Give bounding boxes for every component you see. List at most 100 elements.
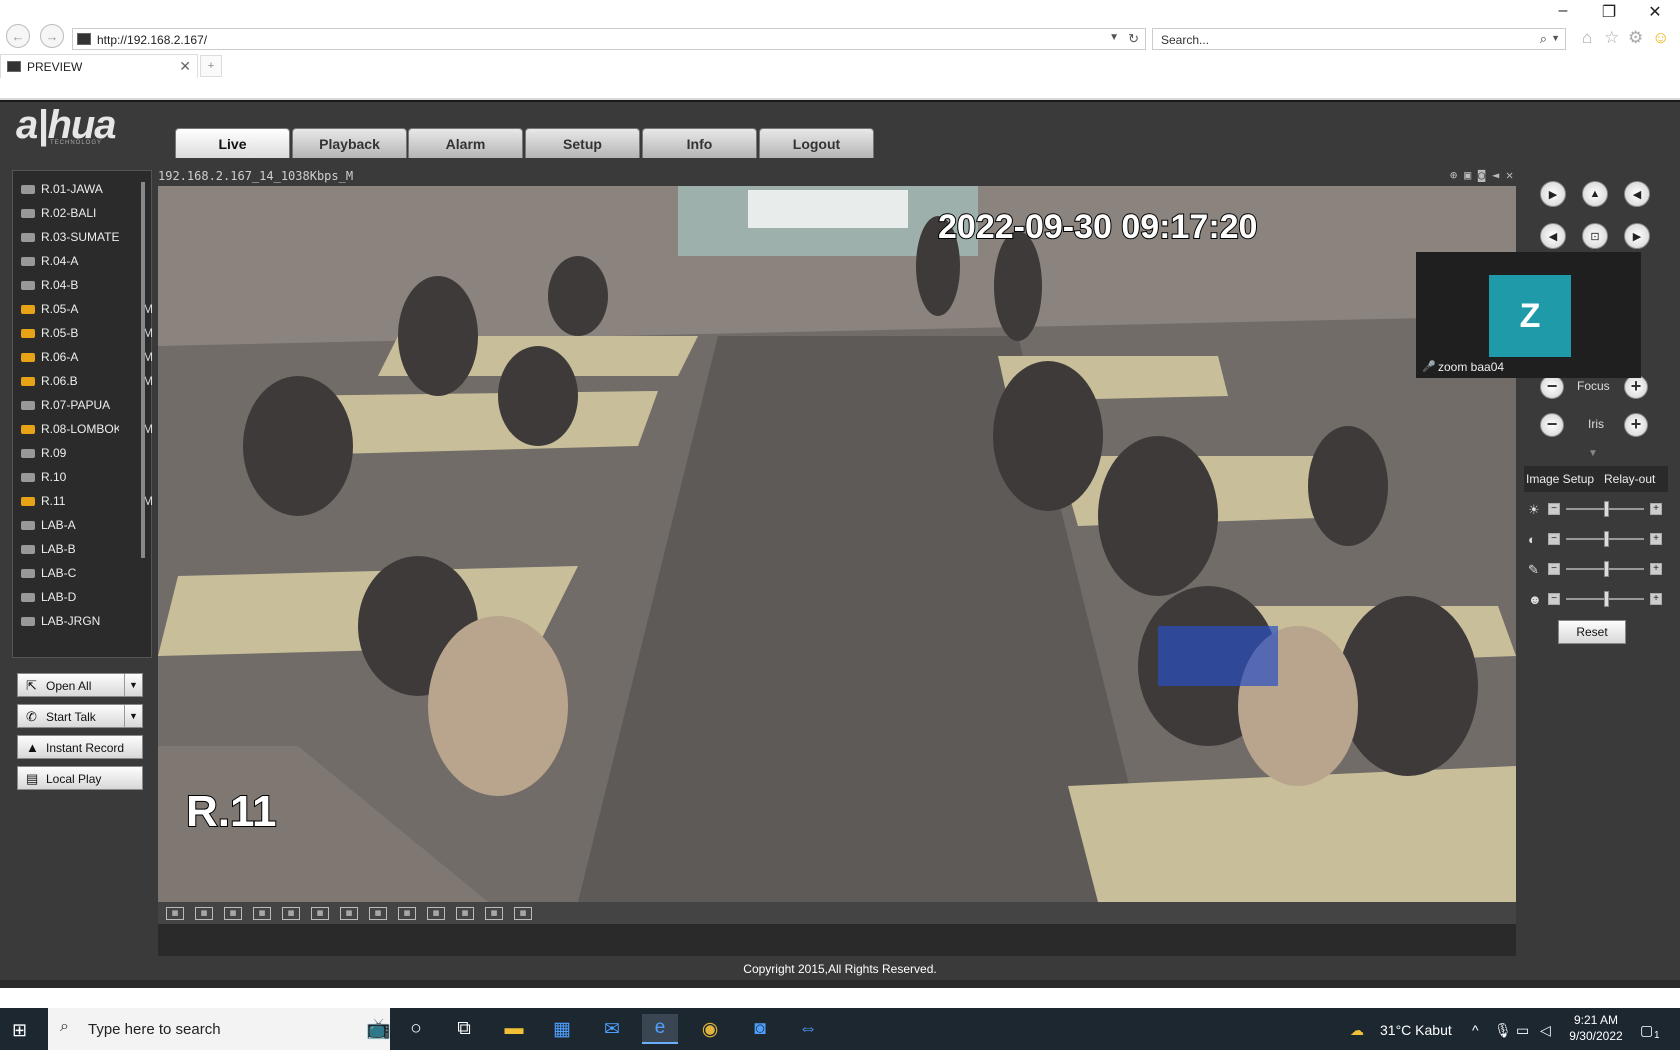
tray-expand-icon[interactable]: ^ [1472, 1022, 1479, 1038]
camera-label[interactable]: LAB-D [41, 590, 119, 604]
close-window-icon[interactable]: ✕ [1640, 2, 1670, 22]
ptz-left-icon[interactable]: ◀ [1540, 223, 1566, 249]
tab-relay-out[interactable]: Relay-out [1604, 472, 1655, 486]
instant-record-button[interactable]: ▲ Instant Record [17, 735, 143, 759]
zoom-app-icon[interactable]: ◙ [742, 1014, 778, 1044]
camera-item[interactable]: R.09 [21, 443, 149, 465]
tab-title[interactable]: PREVIEW [27, 60, 82, 74]
iris-plus-button[interactable]: + [1624, 413, 1648, 437]
slider-thumb[interactable] [1604, 561, 1609, 577]
camera-item[interactable]: R.01-JAWA [21, 179, 149, 201]
wide-icon[interactable]: ▦ [253, 907, 271, 920]
camera-label[interactable]: R.11 [41, 494, 119, 508]
camera-label[interactable]: R.10 [41, 470, 119, 484]
camera-label[interactable]: R.04-B [41, 278, 119, 292]
camera-item[interactable]: R.05-A M [21, 299, 153, 321]
iris-minus-button[interactable]: − [1540, 413, 1564, 437]
open-all-button[interactable]: ⇱ Open All ▼ [17, 673, 143, 697]
weather-text[interactable]: 31°C Kabut [1380, 1022, 1452, 1038]
camera-label[interactable]: R.03-SUMATERA [41, 230, 119, 244]
layout-25-icon[interactable]: ▦ [514, 907, 532, 920]
taskbar-search-placeholder[interactable]: Type here to search [88, 1021, 221, 1038]
image-slider[interactable]: ☀ − + [1528, 500, 1668, 518]
slider-thumb[interactable] [1604, 591, 1609, 607]
layout-20-icon[interactable]: ▦ [485, 907, 503, 920]
reset-button[interactable]: Reset [1558, 620, 1626, 644]
open-all-dropdown-icon[interactable]: ▼ [124, 674, 142, 696]
camera-label[interactable]: LAB-C [41, 566, 119, 580]
image-slider[interactable]: ◐ − + [1528, 530, 1668, 548]
camera-label[interactable]: R.02-BALI [41, 206, 119, 220]
open-all-label[interactable]: Open All [46, 679, 91, 693]
ptz-right-icon[interactable]: ▶ [1624, 223, 1650, 249]
layout-16-icon[interactable]: ▦ [456, 907, 474, 920]
favorites-star-icon[interactable]: ☆ [1604, 28, 1619, 48]
camera-label[interactable]: R.06.B [41, 374, 119, 388]
stream-icon[interactable]: ▦ [195, 907, 213, 920]
camera-item[interactable]: LAB-C [21, 563, 149, 585]
store-icon[interactable]: ▦ [544, 1014, 580, 1044]
snapshot-icon[interactable]: ▣ [1464, 168, 1471, 182]
slider-plus-button[interactable]: + [1650, 593, 1662, 605]
restore-icon[interactable]: ❐ [1594, 2, 1624, 22]
address-url[interactable]: http://192.168.2.167/ [97, 33, 207, 47]
camera-item[interactable]: R.10 [21, 467, 149, 489]
forward-icon[interactable]: → [40, 24, 64, 48]
camera-label[interactable]: R.08-LOMBOK [41, 422, 119, 436]
notifications-icon[interactable]: ▢ [1640, 1022, 1653, 1039]
slider-plus-button[interactable]: + [1650, 563, 1662, 575]
mail-icon[interactable]: ✉ [594, 1014, 630, 1044]
camera-label[interactable]: LAB-JRGN [41, 614, 119, 628]
slider-minus-button[interactable]: − [1548, 533, 1560, 545]
camera-item[interactable]: LAB-B [21, 539, 149, 561]
search-icon[interactable]: ⌕ [1540, 31, 1547, 47]
camera-item[interactable]: R.11 M [21, 491, 153, 513]
camera-label[interactable]: LAB-B [41, 542, 119, 556]
weather-icon[interactable]: ☁ [1350, 1022, 1364, 1039]
ptz-center-icon[interactable]: ⊡ [1582, 223, 1608, 249]
local-play-label[interactable]: Local Play [46, 772, 101, 786]
address-bar[interactable]: http://192.168.2.167/ ▼ ↻ [72, 28, 1146, 50]
windows-start-icon[interactable]: ⊞ [12, 1020, 27, 1041]
tab-info[interactable]: Info [642, 128, 757, 158]
mic-icon[interactable]: 🎙 [1494, 1022, 1512, 1039]
start-talk-label[interactable]: Start Talk [46, 710, 96, 724]
camera-item[interactable]: R.04-B [21, 275, 149, 297]
slider-minus-button[interactable]: − [1548, 503, 1560, 515]
file-explorer-icon[interactable]: ▬ [496, 1014, 532, 1044]
local-play-button[interactable]: ▤ Local Play [17, 766, 143, 790]
image-slider[interactable]: ☻ − + [1528, 590, 1668, 608]
taskbar-search[interactable]: ⌕ Type here to search 📺 [48, 1008, 391, 1050]
chrome-icon[interactable]: ◉ [692, 1014, 728, 1044]
camera-item[interactable]: R.06-A M [21, 347, 153, 369]
search-dropdown-icon[interactable]: ▼ [1551, 33, 1560, 43]
slider-plus-button[interactable]: + [1650, 533, 1662, 545]
fullscreen-icon[interactable]: ▦ [224, 907, 242, 920]
camera-item[interactable]: R.06.B M [21, 371, 153, 393]
ptz-up-left-icon[interactable]: ▶ [1540, 181, 1566, 207]
task-view-icon[interactable]: ⧉ [446, 1014, 482, 1044]
camera-item[interactable]: LAB-D [21, 587, 149, 609]
audio-icon[interactable]: ◄ [1492, 168, 1499, 182]
camera-item[interactable]: R.08-LOMBOK M [21, 419, 153, 441]
internet-explorer-icon[interactable]: e [642, 1014, 678, 1044]
network-icon[interactable]: ▭ [1516, 1022, 1529, 1039]
settings-gear-icon[interactable]: ⚙ [1628, 28, 1643, 48]
address-dropdown-icon[interactable]: ▼ [1109, 32, 1119, 43]
slider-minus-button[interactable]: − [1548, 593, 1560, 605]
slider-thumb[interactable] [1604, 531, 1609, 547]
focus-minus-button[interactable]: − [1540, 375, 1564, 399]
camera-label[interactable]: R.09 [41, 446, 119, 460]
camera-item[interactable]: R.04-A [21, 251, 149, 273]
home-icon[interactable]: ⌂ [1582, 28, 1592, 48]
collapse-arrow-icon[interactable]: ▼ [1588, 448, 1598, 459]
volume-icon[interactable]: ◁ [1540, 1022, 1551, 1039]
browser-tab[interactable]: PREVIEW ✕ [0, 54, 198, 78]
cortana-icon[interactable]: ○ [398, 1014, 434, 1044]
back-icon[interactable]: ← [6, 24, 30, 48]
teamviewer-icon[interactable]: ⇔ [790, 1014, 826, 1044]
tab-live[interactable]: Live [175, 128, 290, 158]
instant-record-label[interactable]: Instant Record [46, 741, 124, 755]
zoom-participant-overlay[interactable]: Z 🎤 zoom baa04 [1416, 252, 1641, 378]
layout-8-icon[interactable]: ▦ [369, 907, 387, 920]
